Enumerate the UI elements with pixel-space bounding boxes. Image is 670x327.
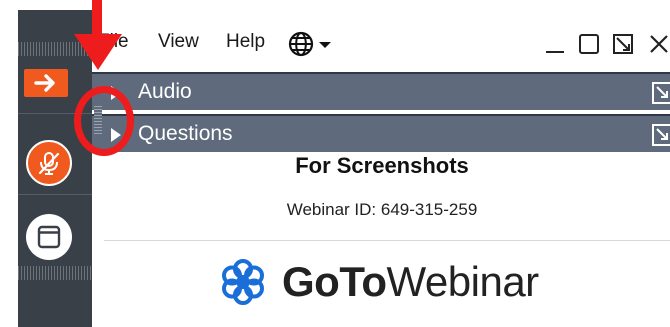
toolbar-divider bbox=[18, 194, 92, 195]
chevron-down-icon bbox=[319, 42, 331, 48]
questions-section-header[interactable]: Questions bbox=[92, 114, 670, 152]
audio-section-label: Audio bbox=[138, 80, 192, 103]
globe-icon bbox=[288, 31, 314, 57]
webinar-id: Webinar ID: 649-315-259 bbox=[286, 200, 478, 219]
screen-share-icon bbox=[37, 225, 61, 249]
arrow-right-icon bbox=[34, 74, 55, 92]
screen-share-button[interactable] bbox=[26, 214, 72, 260]
toolbar-grip-bottom[interactable] bbox=[18, 266, 92, 280]
logo-wordmark: GoToWebinar bbox=[282, 258, 539, 306]
popout-icon[interactable] bbox=[652, 82, 670, 104]
menu-bar: File View Help bbox=[92, 20, 670, 64]
minimize-icon[interactable] bbox=[544, 33, 566, 55]
menu-help[interactable]: Help bbox=[226, 31, 265, 53]
maximize-icon[interactable] bbox=[578, 33, 600, 55]
logo-wordmark-rest: Webinar bbox=[386, 258, 540, 305]
logo-wordmark-bold: GoTo bbox=[282, 258, 387, 305]
annotation-circle bbox=[74, 86, 134, 156]
app-screen: File View Help bbox=[0, 0, 670, 327]
mute-microphone-button[interactable] bbox=[26, 140, 72, 186]
collapse-panel-button[interactable] bbox=[24, 69, 68, 97]
questions-section-label: Questions bbox=[138, 122, 233, 145]
menu-view[interactable]: View bbox=[158, 31, 199, 53]
popout-icon[interactable] bbox=[652, 124, 670, 146]
annotation-arrow-icon bbox=[74, 0, 122, 70]
gotowebinar-logo: GoToWebinar bbox=[218, 254, 539, 310]
panel-divider bbox=[104, 240, 670, 241]
close-icon[interactable] bbox=[648, 33, 670, 55]
session-title: For Screenshots bbox=[295, 153, 469, 178]
mic-muted-icon bbox=[38, 152, 60, 175]
audio-section-header[interactable]: Audio bbox=[92, 72, 670, 110]
language-dropdown[interactable] bbox=[288, 31, 338, 57]
flower-logo-icon bbox=[222, 259, 264, 305]
popout-window-icon[interactable] bbox=[612, 33, 634, 55]
